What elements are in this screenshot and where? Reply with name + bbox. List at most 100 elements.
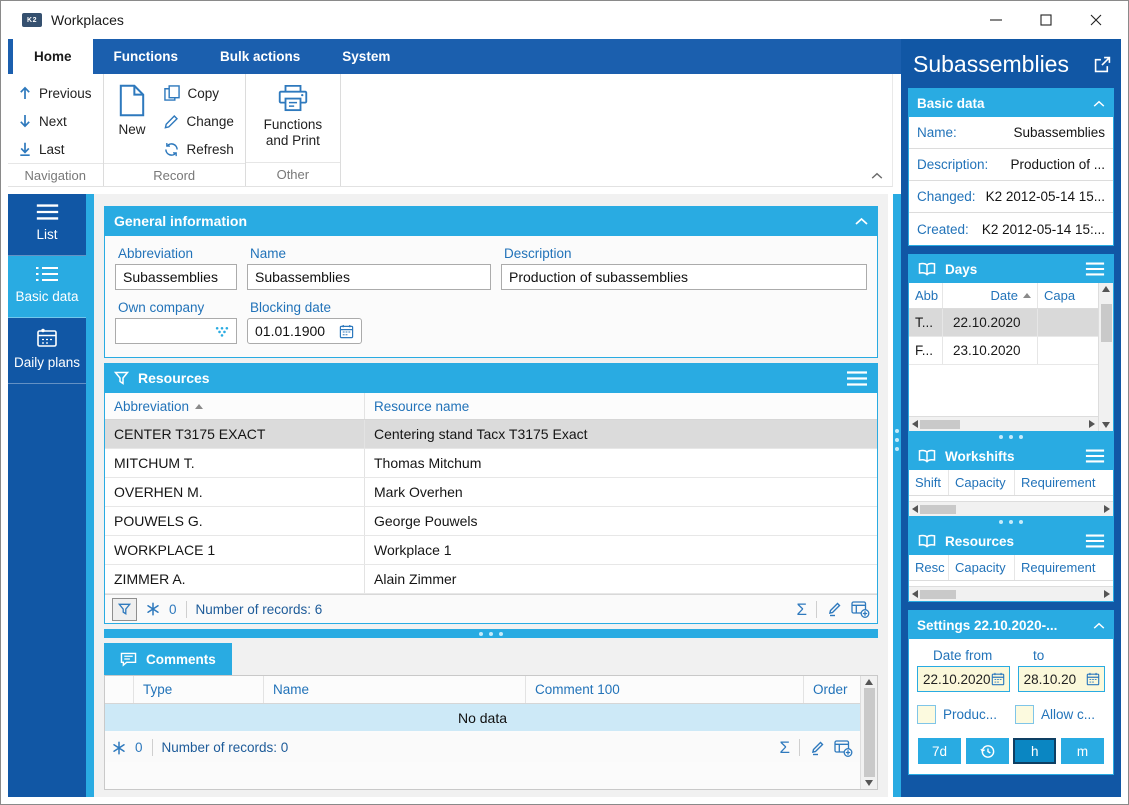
close-button[interactable] (1071, 3, 1121, 37)
scroll-right-icon[interactable] (1104, 590, 1110, 598)
filter-toggle-button[interactable] (112, 597, 137, 621)
comments-vertical-scrollbar[interactable] (860, 676, 877, 789)
panel-splitter[interactable] (908, 517, 1114, 526)
sum-icon[interactable]: Σ (796, 601, 807, 618)
scroll-down-icon[interactable] (865, 780, 873, 786)
calendar-icon[interactable] (339, 324, 354, 339)
production-checkbox[interactable] (917, 705, 936, 724)
tab-functions[interactable]: Functions (93, 39, 200, 74)
column-shift[interactable]: Shift (909, 470, 949, 495)
column-order[interactable]: Order (804, 676, 860, 703)
column-type[interactable]: Type (134, 676, 264, 703)
dropdown-dots-icon[interactable] (215, 326, 229, 337)
tab-home[interactable]: Home (13, 39, 93, 74)
scroll-right-icon[interactable] (1104, 505, 1110, 513)
column-requirement[interactable]: Requirement (1015, 470, 1113, 495)
time-history-button[interactable] (965, 738, 1009, 764)
days-row[interactable]: T... 22.10.2020 (909, 309, 1098, 337)
previous-button[interactable]: Previous (14, 79, 97, 107)
table-add-icon[interactable] (834, 739, 853, 757)
hamburger-menu-icon[interactable] (1085, 449, 1105, 463)
unit-minutes-button[interactable]: m (1060, 738, 1104, 764)
column-resource[interactable]: Resc (909, 555, 949, 580)
tab-comments[interactable]: Comments (104, 643, 232, 675)
snowflake-icon[interactable] (146, 602, 160, 616)
next-button[interactable]: Next (14, 107, 97, 135)
column-comment[interactable]: Comment 100 (526, 676, 804, 703)
resources-header[interactable]: Resources (104, 363, 878, 393)
calendar-icon[interactable] (1086, 672, 1100, 686)
table-row[interactable]: MITCHUM T. Thomas Mitchum (105, 449, 877, 478)
column-capacity[interactable]: Capa (1038, 283, 1098, 308)
scrollbar-thumb[interactable] (863, 688, 875, 777)
column-resource-name[interactable]: Resource name (365, 393, 877, 419)
description-input[interactable]: Production of subassemblies (501, 264, 867, 290)
scrollbar-thumb[interactable] (920, 589, 956, 599)
allow-checkbox[interactable] (1015, 705, 1034, 724)
sidebar-item-list[interactable]: List (8, 194, 86, 256)
scrollbar-thumb[interactable] (920, 504, 956, 514)
name-input[interactable]: Subassemblies (247, 264, 491, 290)
workshifts-horizontal-scrollbar[interactable] (909, 501, 1113, 516)
scroll-left-icon[interactable] (912, 590, 918, 598)
copy-button[interactable]: Copy (159, 79, 239, 107)
scroll-up-icon[interactable] (1102, 286, 1110, 292)
resources-horizontal-scrollbar[interactable] (909, 586, 1113, 601)
minimize-button[interactable] (971, 3, 1021, 37)
table-add-icon[interactable] (851, 600, 870, 618)
sidebar-item-daily-plans[interactable]: Daily plans (8, 318, 86, 384)
tab-system[interactable]: System (321, 39, 411, 74)
collapse-chevron-up-icon[interactable] (1093, 622, 1105, 629)
table-row[interactable]: POUWELS G. George Pouwels (105, 507, 877, 536)
workshifts-header[interactable]: Workshifts (909, 442, 1113, 470)
hamburger-menu-icon[interactable] (846, 370, 868, 386)
vertical-splitter[interactable] (893, 194, 901, 797)
unit-hours-button[interactable]: h (1013, 738, 1057, 764)
open-external-icon[interactable] (1094, 56, 1111, 73)
abbreviation-input[interactable]: Subassemblies (115, 264, 237, 290)
column-requirement[interactable]: Requirement (1015, 555, 1113, 580)
own-company-input[interactable] (115, 318, 237, 344)
filter-funnel-icon[interactable] (114, 371, 129, 386)
date-to-input[interactable]: 28.10.20 (1017, 666, 1105, 692)
ribbon-collapse-button[interactable] (871, 172, 883, 179)
column-abb[interactable]: Abb (909, 283, 943, 308)
hamburger-menu-icon[interactable] (1085, 534, 1105, 548)
days-row[interactable]: F... 23.10.2020 (909, 337, 1098, 365)
days-vertical-scrollbar[interactable] (1098, 283, 1113, 431)
collapse-chevron-up-icon[interactable] (855, 217, 868, 225)
days-header[interactable]: Days (909, 255, 1113, 283)
edit-pencil-icon[interactable] (826, 601, 842, 617)
scrollbar-thumb[interactable] (1100, 304, 1112, 342)
column-date[interactable]: Date (943, 283, 1038, 308)
snowflake-icon[interactable] (112, 740, 126, 755)
column-abbreviation[interactable]: Abbreviation (105, 393, 365, 419)
days-horizontal-scrollbar[interactable] (909, 416, 1098, 431)
refresh-button[interactable]: Refresh (159, 135, 239, 163)
table-row[interactable]: OVERHEN M. Mark Overhen (105, 478, 877, 507)
scroll-down-icon[interactable] (1102, 422, 1110, 428)
hamburger-menu-icon[interactable] (1085, 262, 1105, 276)
calendar-icon[interactable] (991, 672, 1005, 686)
scroll-right-icon[interactable] (1089, 420, 1095, 428)
scroll-up-icon[interactable] (865, 679, 873, 685)
sum-icon[interactable]: Σ (779, 739, 790, 756)
maximize-button[interactable] (1021, 3, 1071, 37)
sidebar-item-basic-data[interactable]: Basic data (8, 255, 86, 318)
change-button[interactable]: Change (159, 107, 239, 135)
scroll-left-icon[interactable] (912, 505, 918, 513)
basic-data-header[interactable]: Basic data (909, 89, 1113, 117)
date-from-input[interactable]: 22.10.2020 (917, 666, 1010, 692)
blocking-date-input[interactable]: 01.01.1900 (247, 318, 362, 344)
functions-and-print-button[interactable]: Functions and Print (252, 79, 334, 149)
tab-bulk-actions[interactable]: Bulk actions (199, 39, 321, 74)
edit-pencil-icon[interactable] (809, 740, 825, 756)
panel-splitter[interactable] (908, 432, 1114, 441)
column-name[interactable]: Name (264, 676, 526, 703)
horizontal-splitter[interactable] (104, 629, 878, 638)
column-capacity[interactable]: Capacity (949, 470, 1015, 495)
scroll-left-icon[interactable] (912, 420, 918, 428)
table-row[interactable]: WORKPLACE 1 Workplace 1 (105, 536, 877, 565)
resources-side-header[interactable]: Resources (909, 527, 1113, 555)
new-button[interactable]: New (110, 79, 155, 138)
